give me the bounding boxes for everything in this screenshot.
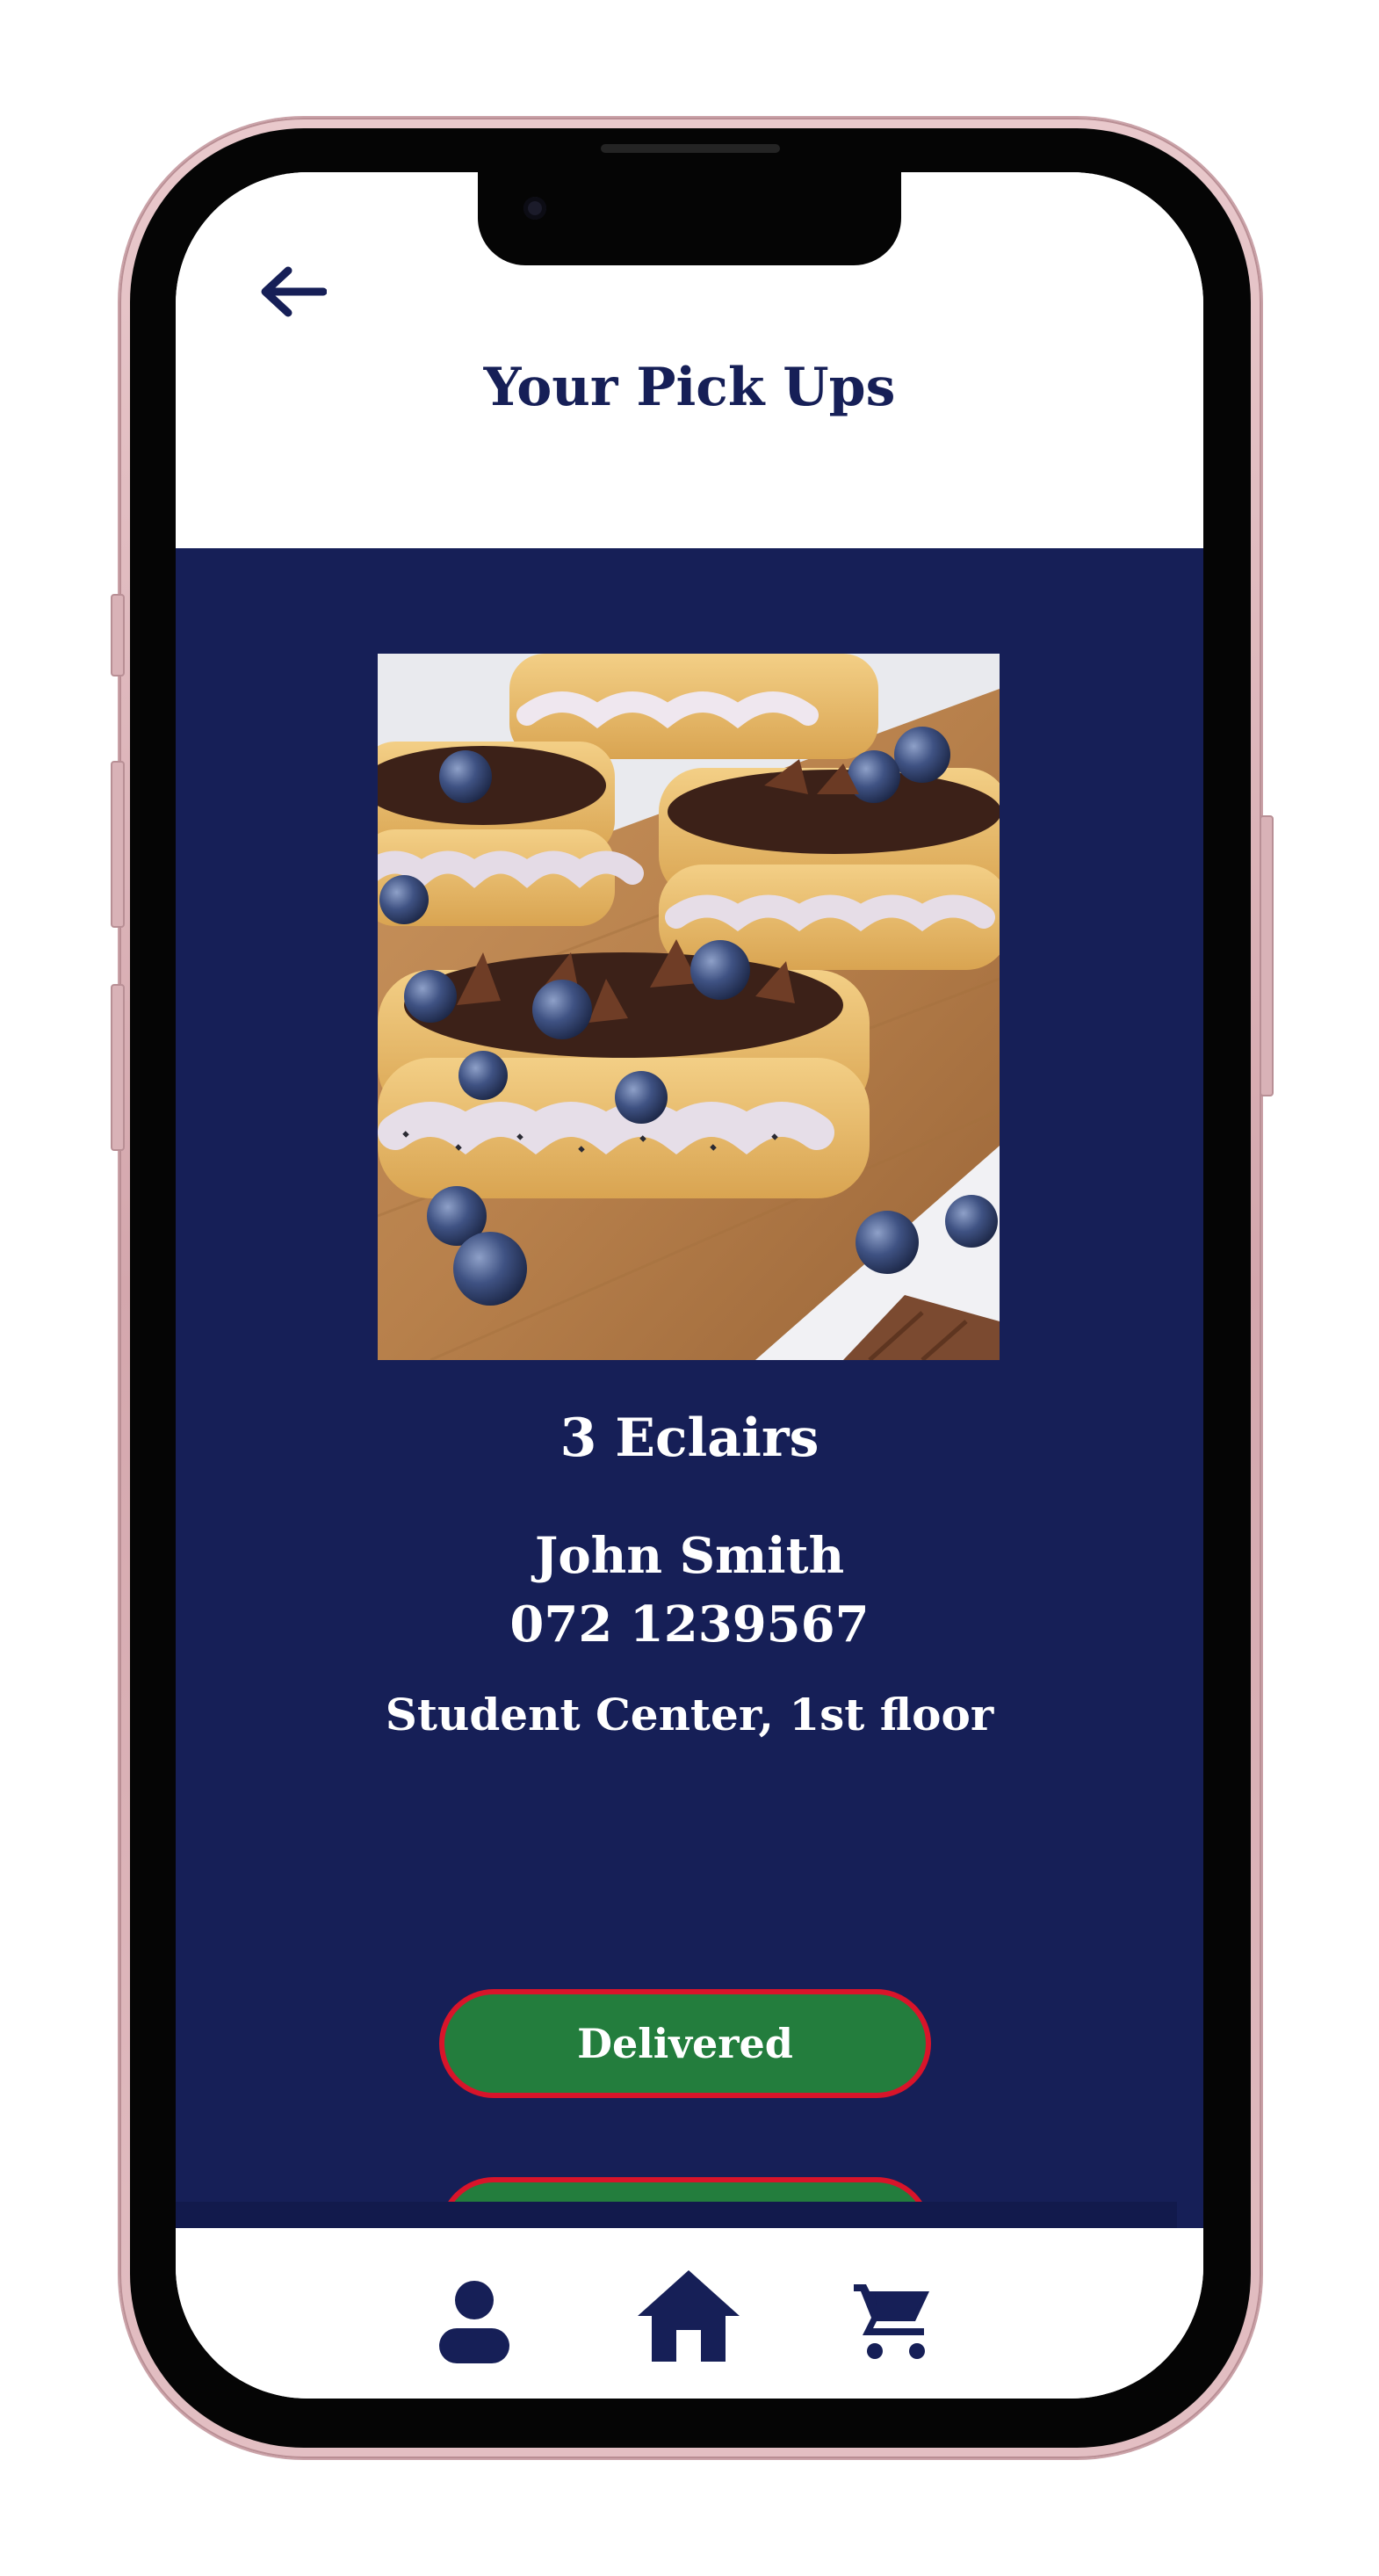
nav-home[interactable] xyxy=(634,2267,743,2365)
volume-down-button xyxy=(111,984,125,1151)
power-button xyxy=(1260,815,1274,1096)
front-camera-icon xyxy=(523,197,546,220)
back-button[interactable] xyxy=(255,260,330,323)
bottom-nav xyxy=(176,2228,1203,2399)
customer-phone: 072 1239567 xyxy=(509,1596,870,1653)
app-screen: Your Pick Ups 3 Eclairs John Smith 072 1… xyxy=(176,172,1203,2399)
delivered-button[interactable]: Delivered xyxy=(439,1989,931,2098)
nav-cart[interactable] xyxy=(850,2277,935,2362)
silent-switch xyxy=(111,594,125,677)
page-title: Your Pick Ups xyxy=(483,357,896,418)
content-divider xyxy=(176,2202,1177,2228)
eclairs-photo xyxy=(378,654,1000,1360)
item-name: 3 Eclairs xyxy=(560,1407,819,1469)
profile-icon xyxy=(439,2281,509,2363)
pickup-card: 3 Eclairs John Smith 072 1239567 Student… xyxy=(176,548,1203,2286)
arrow-left-icon xyxy=(261,266,327,317)
phone-speaker xyxy=(601,144,780,153)
nav-profile[interactable] xyxy=(432,2274,516,2365)
customer-name: John Smith xyxy=(534,1527,845,1585)
cart-icon xyxy=(854,2284,929,2359)
home-icon xyxy=(638,2270,740,2362)
pickup-location: Student Center, 1st floor xyxy=(385,1689,994,1740)
product-image xyxy=(378,654,1000,1360)
volume-up-button xyxy=(111,761,125,928)
